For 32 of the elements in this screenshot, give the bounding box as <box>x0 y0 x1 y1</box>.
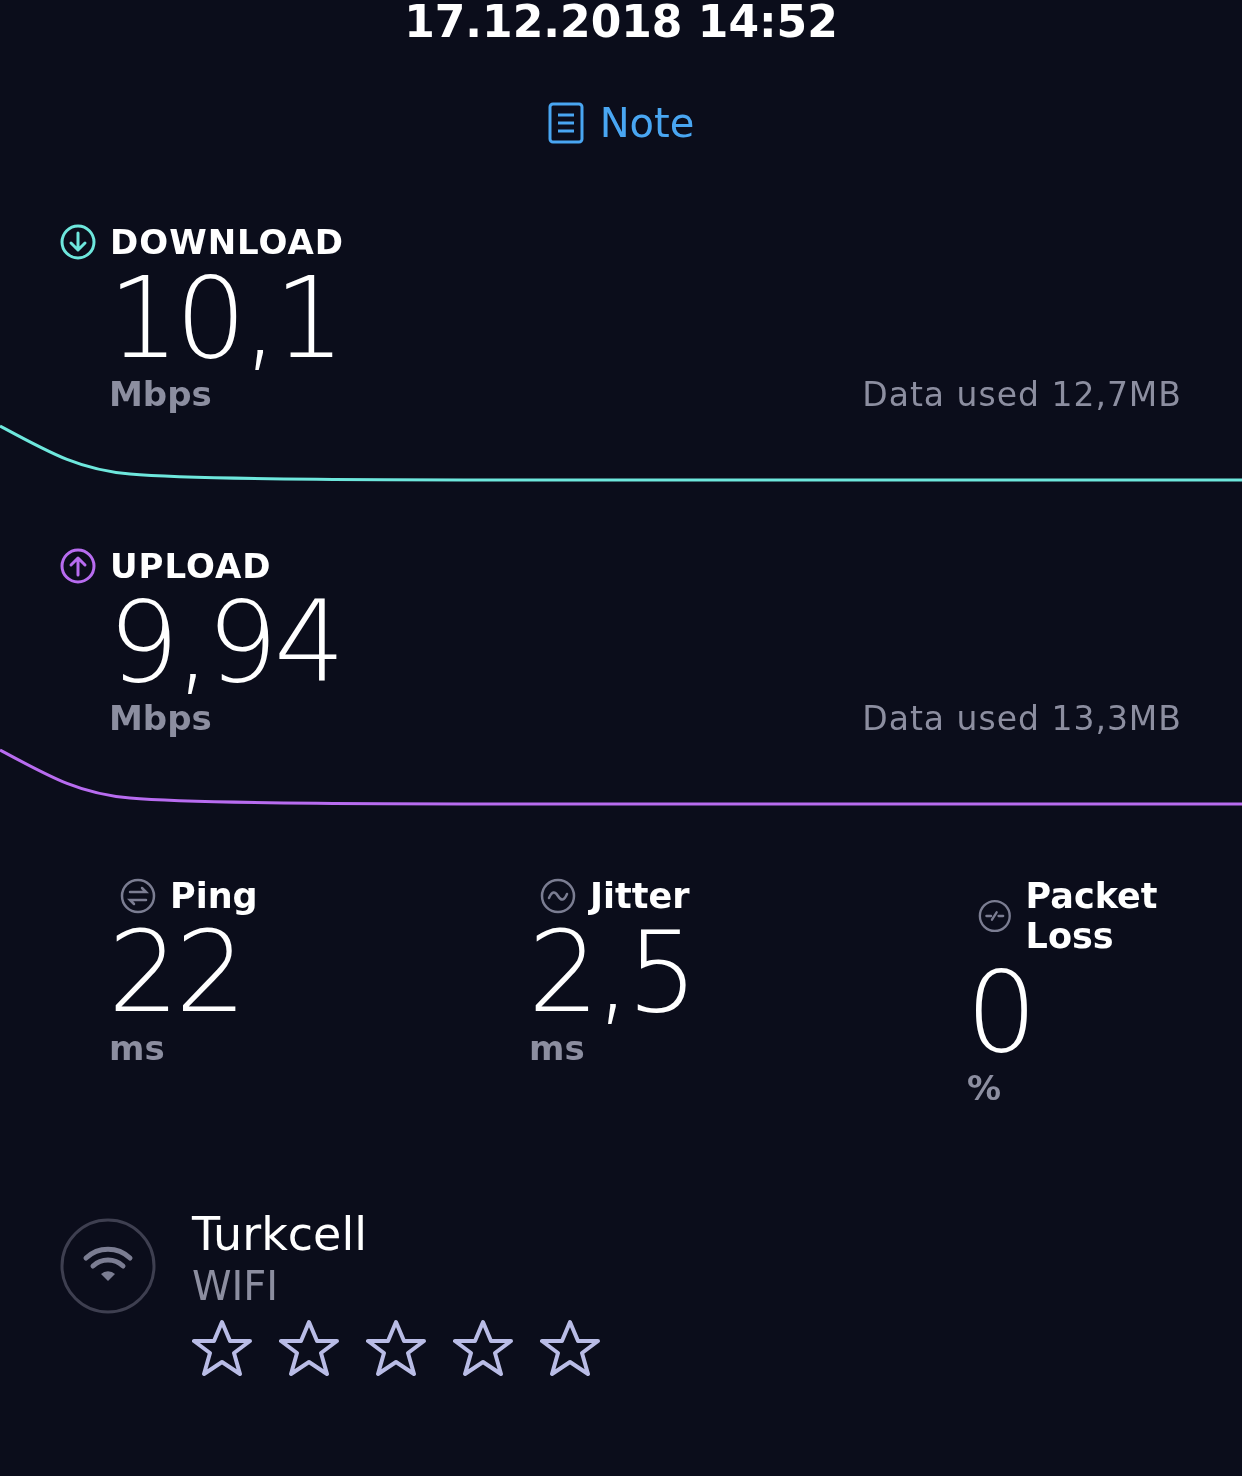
stat-value: 2,5 <box>527 916 696 1028</box>
stat-unit: ms <box>528 1028 586 1068</box>
speed-unit: Mbps <box>109 374 212 414</box>
stat-label: Packet Loss <box>1025 876 1159 956</box>
star-icon[interactable] <box>192 1318 252 1378</box>
stat-value: 0 <box>965 956 1034 1068</box>
speed-value: 9,94 <box>107 586 343 698</box>
network-name: Turkcell <box>192 1208 368 1260</box>
speed-label: DOWNLOAD <box>110 222 345 262</box>
star-icon[interactable] <box>366 1318 426 1378</box>
note-icon <box>547 102 584 144</box>
speed-label: UPLOAD <box>110 546 272 586</box>
stat-unit: % <box>966 1068 1003 1108</box>
date-time: 17.12.2018 14:52 <box>403 0 839 44</box>
star-icon[interactable] <box>453 1318 513 1378</box>
data-used: Data used 13,3MB <box>862 699 1182 738</box>
speed-unit: Mbps <box>109 698 212 738</box>
network-type: WIFI <box>192 1262 280 1311</box>
wifi-icon <box>60 1218 156 1314</box>
stat-value: 22 <box>107 916 243 1028</box>
star-icon[interactable] <box>279 1318 339 1378</box>
speed-value: 10,1 <box>107 262 343 374</box>
note-button[interactable]: Note <box>547 100 695 146</box>
loss-icon <box>978 898 1012 934</box>
data-used: Data used 12,7MB <box>862 375 1182 414</box>
stat-label: Ping <box>170 876 258 916</box>
jitter-icon <box>540 878 576 914</box>
ping-icon <box>120 878 156 914</box>
stat-unit: ms <box>108 1028 166 1068</box>
star-icon[interactable] <box>540 1318 600 1378</box>
stat-label: Jitter <box>590 876 690 916</box>
star-rating[interactable] <box>192 1318 600 1378</box>
